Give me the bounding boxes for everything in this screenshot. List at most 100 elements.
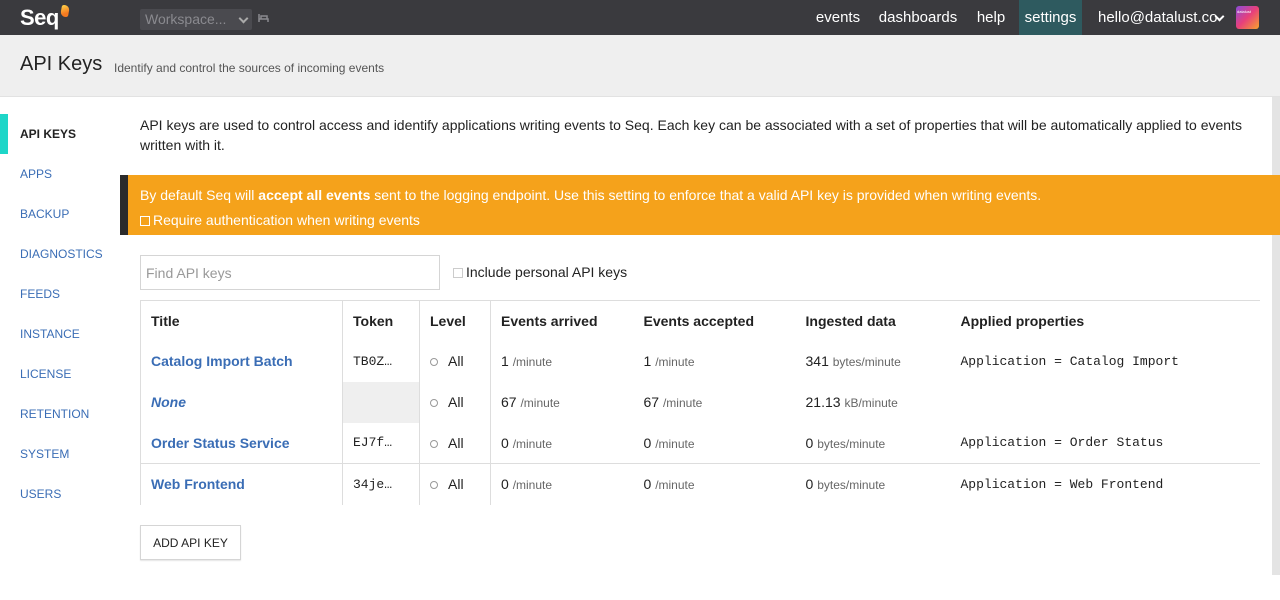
- scrollbar[interactable]: [1272, 97, 1280, 575]
- events-arrived-cell: 67 /minute: [491, 382, 634, 423]
- events-accepted-value: 67: [643, 394, 660, 410]
- nav-settings[interactable]: settings: [1019, 0, 1082, 35]
- key-level-cell: All: [419, 463, 491, 505]
- key-title-cell[interactable]: Catalog Import Batch: [140, 340, 343, 382]
- events-accepted-unit: /minute: [655, 355, 695, 369]
- personal-keys-option[interactable]: Include personal API keys: [453, 264, 627, 280]
- events-accepted-unit: /minute: [655, 478, 695, 493]
- nav-events[interactable]: events: [810, 0, 866, 35]
- events-accepted-value: 0: [643, 434, 652, 451]
- sidebar-item-license[interactable]: LICENSE: [0, 354, 120, 394]
- key-title-cell[interactable]: Web Frontend: [140, 463, 343, 505]
- workspace-placeholder: Workspace...: [145, 11, 227, 27]
- key-level-cell: All: [419, 422, 491, 464]
- key-level: All: [448, 394, 464, 410]
- ingested-cell: 0 bytes/minute: [795, 463, 951, 505]
- top-bar: Seq Workspace... events dashboards help …: [0, 0, 1280, 35]
- intro-text: API keys are used to control access and …: [140, 117, 1242, 153]
- key-token: 34je…: [342, 463, 420, 505]
- search-input[interactable]: [140, 255, 440, 290]
- personal-keys-label[interactable]: Include personal API keys: [466, 264, 627, 280]
- key-title-link[interactable]: Order Status Service: [151, 435, 290, 451]
- events-accepted-unit: /minute: [662, 396, 703, 410]
- key-title-link[interactable]: Catalog Import Batch: [151, 353, 293, 369]
- table-row[interactable]: Web Frontend 34je… All 0 /minute 0 /minu…: [140, 463, 1260, 505]
- page-header: API Keys Identify and control the source…: [0, 35, 1280, 97]
- require-auth-label[interactable]: Require authentication when writing even…: [153, 212, 420, 228]
- events-accepted-cell: 0 /minute: [633, 463, 796, 505]
- table-header-row: Title Token Level Events arrived Events …: [140, 300, 1260, 341]
- level-dot-icon: [430, 399, 438, 407]
- events-arrived-cell: 1 /minute: [491, 341, 634, 382]
- events-accepted-cell: 67 /minute: [634, 382, 796, 423]
- ingested-unit: kB/minute: [844, 396, 898, 410]
- level-dot-icon: [430, 439, 438, 448]
- col-title: Title: [140, 300, 343, 341]
- sidebar-item-apps[interactable]: APPS: [0, 154, 120, 194]
- key-title-cell[interactable]: Order Status Service: [140, 422, 343, 464]
- key-level: All: [448, 476, 464, 493]
- events-arrived-cell: 0 /minute: [490, 463, 634, 505]
- sidebar-item-feeds[interactable]: FEEDS: [0, 274, 120, 314]
- workspace-select[interactable]: Workspace...: [140, 9, 252, 30]
- nav-dashboards[interactable]: dashboards: [874, 0, 962, 35]
- ingested-unit: bytes/minute: [817, 478, 886, 493]
- key-title-link[interactable]: Web Frontend: [151, 476, 245, 492]
- api-keys-table: Title Token Level Events arrived Events …: [140, 300, 1260, 505]
- require-auth-option[interactable]: Require authentication when writing even…: [140, 212, 420, 228]
- logo-text: Seq: [20, 5, 59, 30]
- ingested-cell: 0 bytes/minute: [796, 423, 951, 464]
- settings-sidebar: API KEYS APPS BACKUP DIAGNOSTICS FEEDS I…: [0, 114, 120, 514]
- events-arrived-unit: /minute: [520, 396, 560, 410]
- user-menu[interactable]: hello@datalust.co: [1098, 0, 1217, 35]
- avatar-text: datalust: [1237, 9, 1252, 14]
- ingested-unit: bytes/minute: [817, 436, 886, 451]
- page-subtitle: Identify and control the sources of inco…: [114, 61, 385, 75]
- seq-logo[interactable]: Seq: [20, 5, 70, 31]
- key-level-cell: All: [419, 381, 491, 423]
- add-api-key-button[interactable]: ADD API KEY: [140, 525, 241, 560]
- key-token: TB0Z…: [342, 340, 420, 382]
- sidebar-item-diagnostics[interactable]: DIAGNOSTICS: [0, 234, 120, 274]
- bed-icon[interactable]: [258, 13, 269, 23]
- sidebar-item-instance[interactable]: INSTANCE: [0, 314, 120, 354]
- events-arrived-value: 0: [501, 434, 509, 451]
- col-level: Level: [419, 300, 491, 341]
- chevron-down-icon: [238, 13, 249, 24]
- events-arrived-unit: /minute: [512, 355, 553, 369]
- sidebar-item-api-keys[interactable]: API KEYS: [0, 114, 120, 154]
- key-title-cell[interactable]: None: [140, 381, 343, 423]
- events-arrived-unit: /minute: [512, 478, 553, 493]
- table-row[interactable]: Order Status Service EJ7f… All 0 /minute…: [140, 422, 1261, 464]
- sidebar-item-retention[interactable]: RETENTION: [0, 394, 120, 434]
- sidebar-item-users[interactable]: USERS: [0, 474, 120, 514]
- events-accepted-cell: 1 /minute: [634, 341, 796, 382]
- sidebar-item-system[interactable]: SYSTEM: [0, 434, 120, 474]
- require-auth-checkbox[interactable]: [140, 216, 150, 226]
- events-accepted-value: 0: [643, 476, 652, 493]
- ingested-value: 341: [805, 353, 829, 369]
- events-accepted-value: 1: [643, 353, 652, 369]
- alert-post: sent to the logging endpoint. Use this s…: [370, 187, 1042, 203]
- key-level-cell: All: [419, 340, 491, 382]
- key-token: [342, 381, 420, 423]
- alert-message: By default Seq will accept all events se…: [140, 187, 1041, 203]
- events-arrived-cell: 0 /minute: [491, 423, 634, 464]
- nav-help[interactable]: help: [970, 0, 1012, 35]
- personal-keys-checkbox[interactable]: [453, 268, 463, 278]
- events-arrived-unit: /minute: [512, 436, 553, 451]
- col-events-accepted: Events accepted: [633, 300, 796, 341]
- avatar[interactable]: datalust: [1236, 6, 1259, 29]
- table-row[interactable]: None All 67 /minute 67 /minute 21.13 kB/…: [140, 381, 1261, 423]
- ingested-value: 0: [805, 434, 814, 451]
- col-events-arrived: Events arrived: [490, 300, 634, 341]
- page-title: API Keys: [20, 53, 103, 75]
- applied-properties: Application = Web Frontend: [950, 463, 1260, 505]
- col-token: Token: [342, 300, 420, 341]
- events-arrived-value: 0: [501, 476, 509, 493]
- table-row[interactable]: Catalog Import Batch TB0Z… All 1 /minute…: [140, 340, 1261, 382]
- key-title-link[interactable]: None: [151, 394, 186, 410]
- col-applied-properties: Applied properties: [950, 300, 1260, 341]
- ingested-cell: 21.13 kB/minute: [796, 382, 951, 423]
- sidebar-item-backup[interactable]: BACKUP: [0, 194, 120, 234]
